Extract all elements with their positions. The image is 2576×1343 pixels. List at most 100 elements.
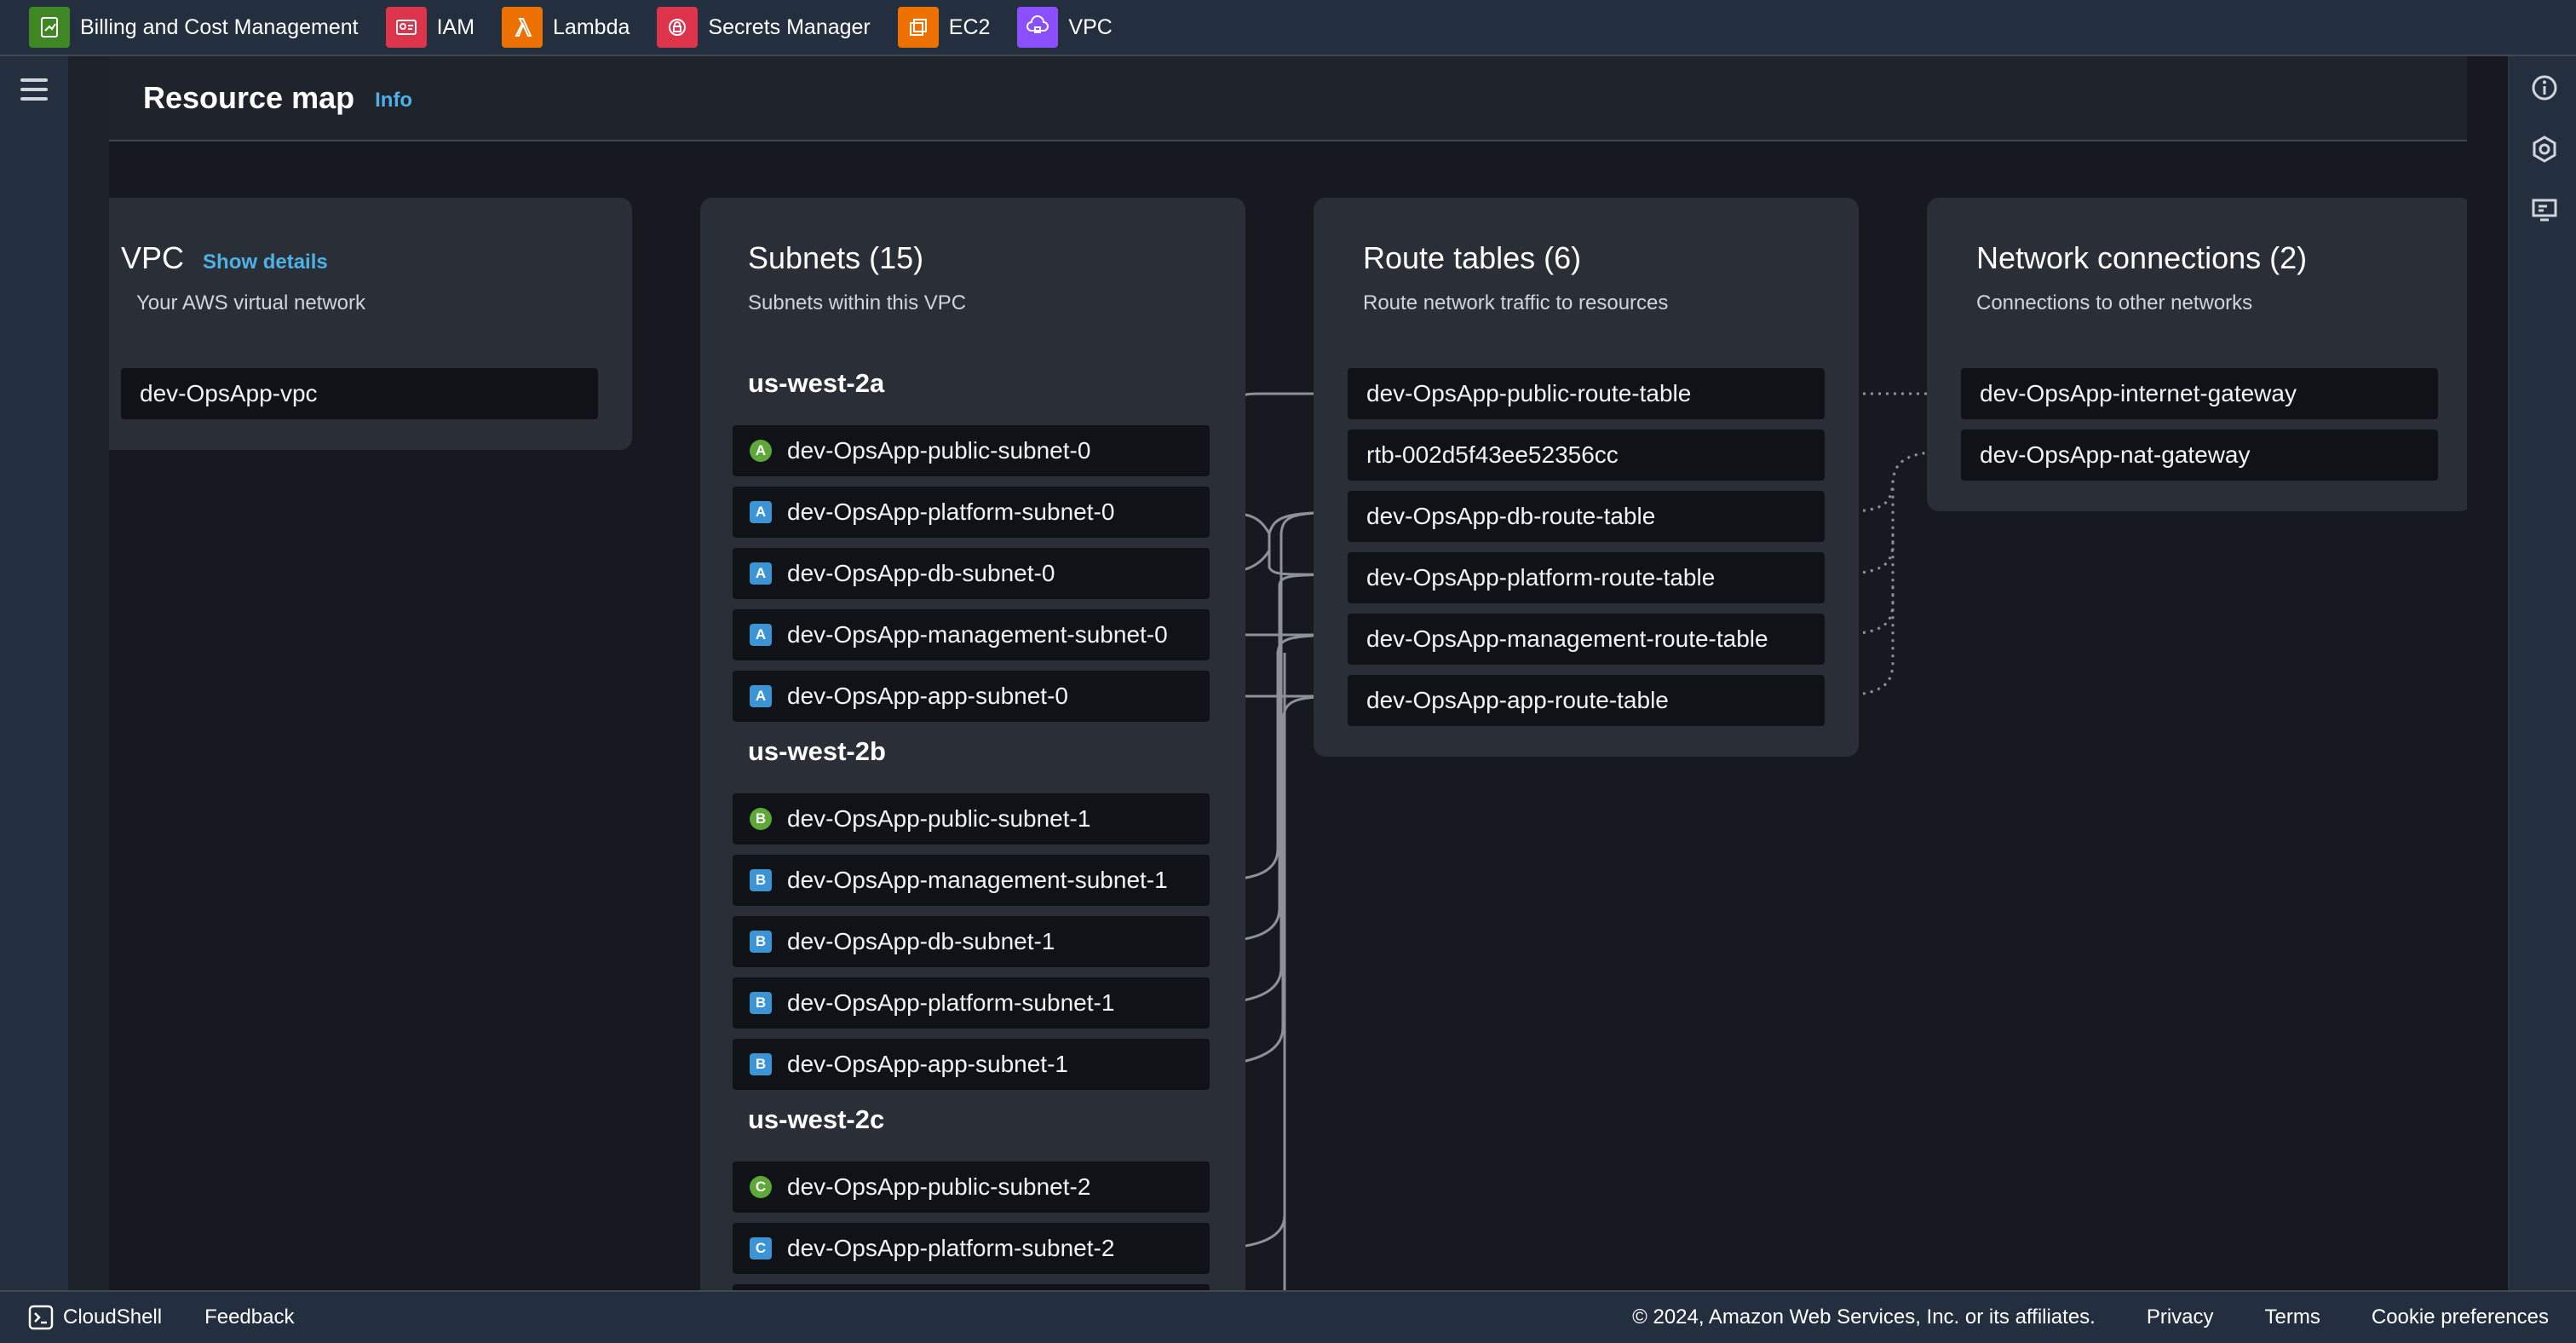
network-panel-title: Network connections (2)	[1976, 240, 2308, 275]
az-heading: us-west-2b	[748, 736, 886, 766]
subnets-panel-title: Subnets (15)	[748, 240, 924, 275]
show-details-link[interactable]: Show details	[203, 251, 328, 274]
network-panel-subtitle: Connections to other networks	[1976, 291, 2253, 314]
vpc-title-text: VPC	[121, 240, 185, 275]
network-connections-panel: Network connections (2) Connections to o…	[1927, 198, 2467, 511]
network-connection-node[interactable]: dev-OpsApp-nat-gateway	[1961, 429, 2438, 481]
info-icon[interactable]	[2530, 73, 2559, 102]
subnet-node[interactable]: Adev-OpsApp-public-subnet-0	[733, 425, 1210, 476]
secrets-manager-icon	[657, 7, 699, 48]
right-utility-rail	[2508, 56, 2576, 1290]
private-subnet-badge: C	[750, 1237, 772, 1259]
route-tables-panel: Route tables (6) Route network traffic t…	[1314, 198, 1859, 757]
subnet-label: dev-OpsApp-platform-subnet-0	[787, 499, 1115, 525]
billing-icon	[29, 7, 70, 48]
private-subnet-badge: A	[750, 685, 772, 707]
private-subnet-badge: A	[750, 562, 772, 585]
favorite-lambda[interactable]: Lambda	[502, 7, 630, 48]
ec2-icon	[897, 7, 939, 48]
private-subnet-badge: B	[750, 869, 772, 891]
subnet-node[interactable]: Adev-OpsApp-management-subnet-0	[733, 609, 1210, 660]
favorite-label: Secrets Manager	[708, 14, 871, 39]
lambda-icon	[502, 7, 543, 48]
copyright-text: © 2024, Amazon Web Services, Inc. or its…	[1632, 1306, 2096, 1329]
main-content: Resource map Info VPC Show details Your …	[109, 56, 2467, 1290]
left-gutter	[68, 56, 109, 1290]
subnet-label: dev-OpsApp-app-subnet-0	[787, 683, 1068, 709]
route-tables-panel-title: Route tables (6)	[1363, 240, 1582, 275]
subnet-node[interactable]: Adev-OpsApp-platform-subnet-0	[733, 487, 1210, 538]
favorite-iam[interactable]: IAM	[385, 7, 475, 48]
route-tables-panel-subtitle: Route network traffic to resources	[1363, 291, 1669, 314]
vpc-panel: VPC Show details Your AWS virtual networ…	[109, 198, 632, 450]
cloudshell-button[interactable]: CloudShell	[27, 1304, 162, 1331]
subnet-node[interactable]: Bdev-OpsApp-public-subnet-1	[733, 793, 1210, 844]
subnets-panel-subtitle: Subnets within this VPC	[748, 291, 967, 314]
subnet-node[interactable]: Bdev-OpsApp-db-subnet-1	[733, 916, 1210, 967]
network-connection-node[interactable]: dev-OpsApp-internet-gateway	[1961, 368, 2438, 419]
subnet-label: dev-OpsApp-public-subnet-2	[787, 1173, 1091, 1200]
subnet-node[interactable]: Cdev-OpsApp-platform-subnet-2	[733, 1223, 1210, 1274]
menu-icon[interactable]	[20, 78, 48, 101]
cookie-preferences-link[interactable]: Cookie preferences	[2372, 1306, 2549, 1329]
footer-links: © 2024, Amazon Web Services, Inc. or its…	[1632, 1306, 2549, 1329]
favorite-secrets-manager[interactable]: Secrets Manager	[657, 7, 871, 48]
subnet-node[interactable]: Adev-OpsApp-db-subnet-0	[733, 548, 1210, 599]
private-subnet-badge: B	[750, 931, 772, 953]
public-subnet-badge: A	[750, 440, 772, 462]
iam-icon	[385, 7, 427, 48]
route-table-node[interactable]: dev-OpsApp-management-route-table	[1348, 614, 1825, 665]
cloudshell-label: CloudShell	[63, 1306, 163, 1329]
subnet-label: dev-OpsApp-platform-subnet-2	[787, 1235, 1115, 1261]
subnet-node[interactable]: Adev-OpsApp-app-subnet-0	[733, 671, 1210, 722]
route-table-node[interactable]: dev-OpsApp-public-route-table	[1348, 368, 1825, 419]
public-subnet-badge: B	[750, 808, 772, 830]
subnet-label: dev-OpsApp-platform-subnet-1	[787, 989, 1115, 1016]
favorite-label: EC2	[948, 14, 991, 39]
privacy-link[interactable]: Privacy	[2147, 1306, 2214, 1329]
subnet-node[interactable]: Bdev-OpsApp-app-subnet-1	[733, 1039, 1210, 1090]
monitor-icon[interactable]	[2530, 196, 2559, 225]
subnet-node[interactable]: Bdev-OpsApp-platform-subnet-1	[733, 977, 1210, 1029]
favorite-vpc[interactable]: VPC	[1017, 7, 1113, 48]
favorite-label: IAM	[436, 14, 475, 39]
private-subnet-badge: B	[750, 1053, 772, 1075]
subnet-label: dev-OpsApp-db-subnet-0	[787, 560, 1055, 586]
private-subnet-badge: B	[750, 992, 772, 1014]
private-subnet-badge: A	[750, 501, 772, 523]
route-table-node[interactable]: dev-OpsApp-db-route-table	[1348, 491, 1825, 542]
az-heading: us-west-2c	[748, 1104, 885, 1134]
favorite-label: Lambda	[553, 14, 630, 39]
cloudshell-icon	[28, 1305, 54, 1330]
az-heading: us-west-2a	[748, 368, 885, 398]
vpc-node[interactable]: dev-OpsApp-vpc	[121, 368, 598, 419]
terms-link[interactable]: Terms	[2265, 1306, 2320, 1329]
subnet-label: dev-OpsApp-public-subnet-0	[787, 437, 1091, 464]
subnet-label: dev-OpsApp-public-subnet-1	[787, 805, 1091, 832]
favorite-label: Billing and Cost Management	[80, 14, 359, 39]
subnet-node-partial[interactable]	[733, 1284, 1210, 1290]
subnet-label: dev-OpsApp-db-subnet-1	[787, 928, 1055, 954]
favorite-label: VPC	[1068, 14, 1113, 39]
footer-bar: CloudShell Feedback © 2024, Amazon Web S…	[0, 1290, 2576, 1343]
feedback-shape-icon[interactable]	[2530, 135, 2559, 164]
favorite-ec2[interactable]: EC2	[897, 7, 991, 48]
vpc-panel-subtitle: Your AWS virtual network	[136, 291, 366, 314]
subnet-label: dev-OpsApp-management-subnet-1	[787, 867, 1168, 893]
favorites-bar: Billing and Cost Management IAM Lambda S…	[0, 0, 2576, 56]
favorite-billing[interactable]: Billing and Cost Management	[29, 7, 359, 48]
subnet-label: dev-OpsApp-app-subnet-1	[787, 1051, 1068, 1077]
subnet-node[interactable]: Cdev-OpsApp-public-subnet-2	[733, 1161, 1210, 1213]
vpc-panel-title: VPC Show details	[121, 240, 328, 276]
left-nav-rail	[0, 56, 68, 1290]
route-table-node[interactable]: dev-OpsApp-platform-route-table	[1348, 552, 1825, 603]
feedback-link[interactable]: Feedback	[204, 1306, 294, 1329]
subnets-panel: Subnets (15) Subnets within this VPC us-…	[700, 198, 1245, 1290]
subnet-label: dev-OpsApp-management-subnet-0	[787, 621, 1168, 648]
subnet-node[interactable]: Bdev-OpsApp-management-subnet-1	[733, 855, 1210, 906]
public-subnet-badge: C	[750, 1176, 772, 1198]
private-subnet-badge: A	[750, 624, 772, 646]
vpc-icon	[1017, 7, 1059, 48]
route-table-node[interactable]: rtb-002d5f43ee52356cc	[1348, 429, 1825, 481]
route-table-node[interactable]: dev-OpsApp-app-route-table	[1348, 675, 1825, 726]
